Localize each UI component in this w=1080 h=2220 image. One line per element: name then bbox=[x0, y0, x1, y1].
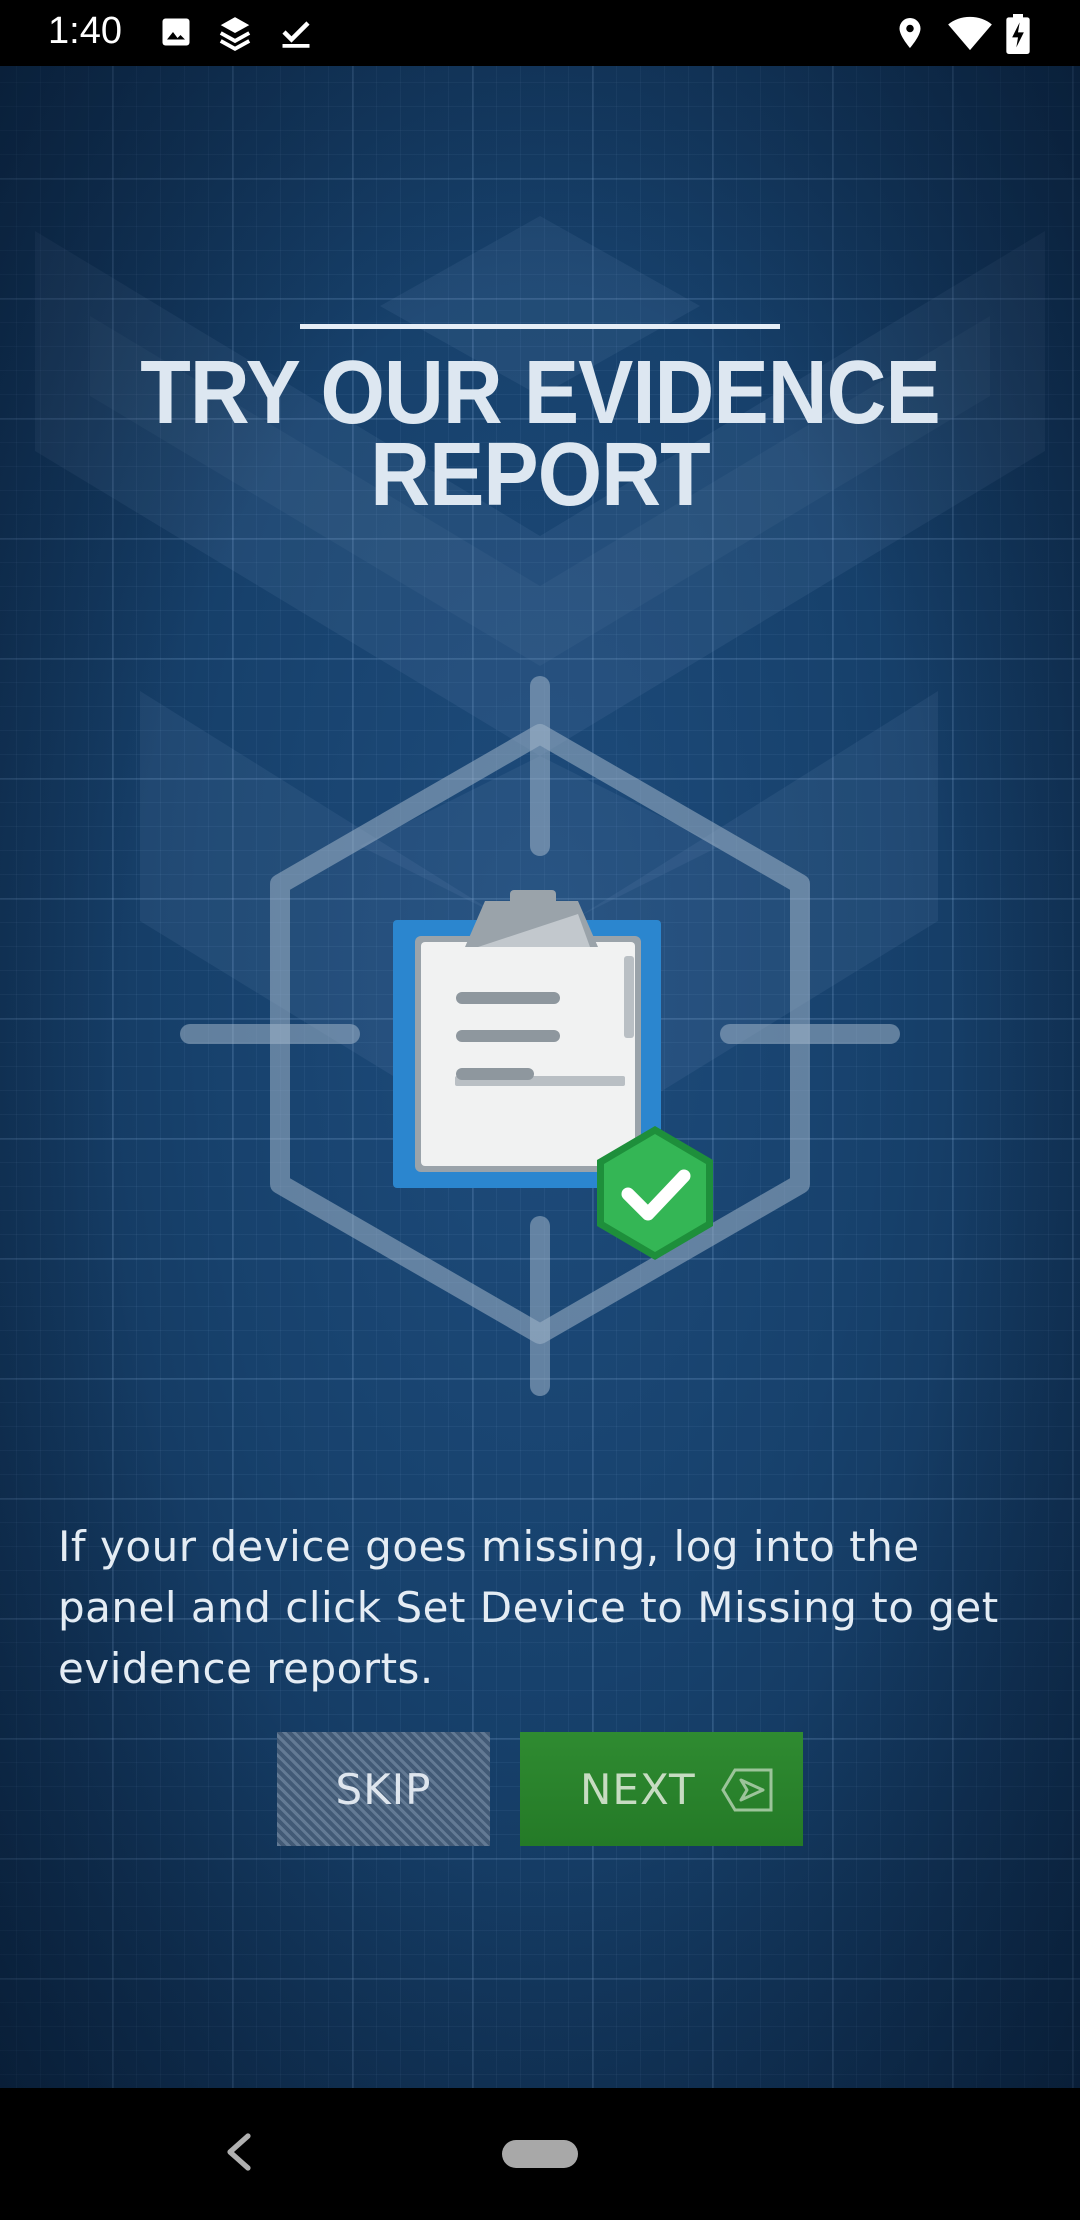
page-title: TRY OUR EVIDENCE REPORT bbox=[140, 343, 941, 525]
title-divider bbox=[300, 324, 780, 329]
battery-charging-icon bbox=[1004, 14, 1032, 58]
description-text: If your device goes missing, log into th… bbox=[58, 1522, 999, 1693]
location-icon bbox=[892, 14, 928, 56]
navigation-bar bbox=[0, 2088, 1080, 2220]
clipboard-icon bbox=[393, 890, 661, 1188]
next-label: NEXT bbox=[580, 1764, 696, 1814]
layers-icon bbox=[215, 14, 255, 56]
back-chevron-icon[interactable] bbox=[222, 2132, 256, 2176]
check-icon bbox=[278, 14, 314, 54]
wifi-icon bbox=[946, 14, 994, 56]
status-bar: 1:40 bbox=[0, 0, 1080, 66]
send-arrow-icon bbox=[721, 1768, 773, 1822]
skip-button[interactable]: SKIP bbox=[277, 1732, 490, 1846]
next-button[interactable]: NEXT bbox=[520, 1732, 803, 1846]
status-time: 1:40 bbox=[48, 10, 122, 52]
image-icon bbox=[158, 14, 194, 54]
home-pill-icon[interactable] bbox=[502, 2140, 578, 2168]
onboarding-screen: TRY OUR EVIDENCE REPORT If your device g… bbox=[0, 66, 1080, 2088]
skip-label: SKIP bbox=[335, 1764, 432, 1814]
evidence-report-illustration bbox=[180, 676, 900, 1396]
